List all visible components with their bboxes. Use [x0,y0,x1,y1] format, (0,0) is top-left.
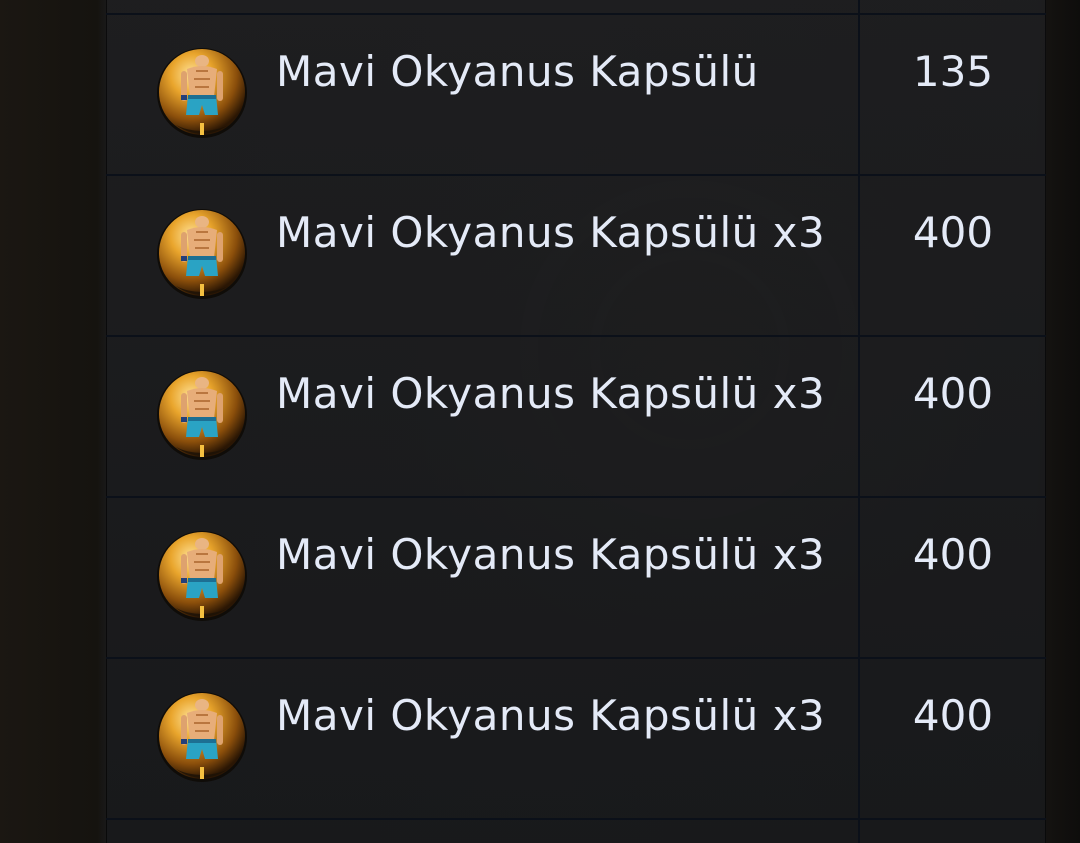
shop-item-row[interactable]: Mavi Okyanus Kapsülü x3 400 [106,659,1046,820]
item-name: Mavi Okyanus Kapsülü x3 [276,208,826,257]
shop-item-row[interactable]: Mavi Okyanus Kapsülü x3 400 [106,498,1046,659]
shop-item-list[interactable]: Mavi Okyanus Kapsülü 135 Mavi Okyanus Ka… [106,0,1046,843]
item-price: 400 [912,691,994,740]
previous-row-edge [106,0,1046,15]
column-separator [858,820,860,843]
swimsuit-capsule-icon [157,209,247,299]
item-name: Mavi Okyanus Kapsülü x3 [276,369,826,418]
item-price: 400 [912,530,994,579]
item-price: 400 [912,369,994,418]
swimsuit-capsule-icon [157,48,247,138]
shop-item-row[interactable]: Mavi Okyanus Kapsülü 135 [106,15,1046,176]
shop-item-row[interactable]: Mavi Okyanus Kapsülü x3 400 [106,337,1046,498]
item-price: 400 [912,208,994,257]
swimsuit-capsule-icon [157,692,247,782]
shop-item-row[interactable]: Mavi Okyanus Kapsülü x3 400 [106,176,1046,337]
item-name: Mavi Okyanus Kapsülü x3 [276,691,826,740]
column-separator [858,0,860,13]
swimsuit-capsule-icon [157,531,247,621]
item-name: Mavi Okyanus Kapsülü x3 [276,530,826,579]
swimsuit-capsule-icon [157,370,247,460]
next-row-edge [106,820,1046,843]
item-name: Mavi Okyanus Kapsülü [276,47,759,96]
item-price: 135 [912,47,994,96]
